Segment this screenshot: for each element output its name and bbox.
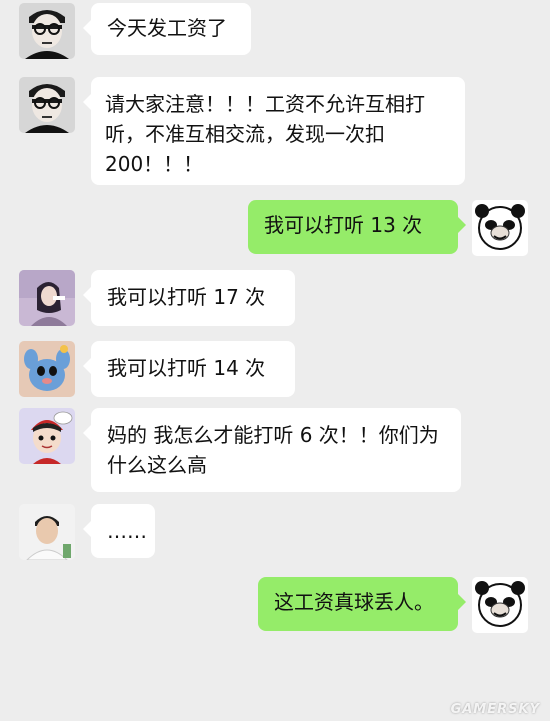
message-row: 今天发工资了: [19, 3, 251, 59]
panda-meme-avatar[interactable]: [472, 577, 528, 633]
message-row: 我可以打听 13 次: [248, 200, 528, 256]
message-text: 这工资真球丢人。: [274, 590, 434, 614]
message-row: 请大家注意！！！工资不允许互相打听，不准互相交流，发现一次扣200！！！: [19, 77, 465, 185]
message-text: 请大家注意！！！工资不允许互相打听，不准互相交流，发现一次扣200！！！: [105, 92, 425, 176]
boy-photo-avatar[interactable]: [19, 504, 75, 560]
message-row: ……: [19, 504, 155, 560]
outgoing-message-bubble[interactable]: 我可以打听 13 次: [248, 200, 466, 254]
message-row: 我可以打听 17 次: [19, 270, 295, 326]
message-text: 我可以打听 17 次: [107, 285, 266, 309]
man-with-glasses-avatar[interactable]: [19, 77, 75, 133]
girl-avatar[interactable]: [19, 270, 75, 326]
message-text: 妈的 我怎么才能打听 6 次！！你们为什么这么高: [107, 423, 439, 477]
incoming-message-bubble[interactable]: 我可以打听 14 次: [83, 341, 295, 397]
incoming-message-bubble[interactable]: ……: [83, 504, 155, 558]
message-text: 今天发工资了: [107, 16, 227, 40]
blue-cartoon-avatar[interactable]: [19, 341, 75, 397]
incoming-message-bubble[interactable]: 请大家注意！！！工资不允许互相打听，不准互相交流，发现一次扣200！！！: [83, 77, 465, 185]
watermark: GAMERSKY: [450, 702, 540, 717]
cartoon-boy-avatar[interactable]: [19, 408, 75, 464]
incoming-message-bubble[interactable]: 今天发工资了: [83, 3, 251, 55]
incoming-message-bubble[interactable]: 我可以打听 17 次: [83, 270, 295, 326]
message-text: ……: [107, 519, 147, 543]
message-row: 这工资真球丢人。: [258, 577, 528, 633]
message-text: 我可以打听 13 次: [264, 213, 423, 237]
message-row: 妈的 我怎么才能打听 6 次！！你们为什么这么高: [19, 408, 461, 492]
message-row: 我可以打听 14 次: [19, 341, 295, 397]
incoming-message-bubble[interactable]: 妈的 我怎么才能打听 6 次！！你们为什么这么高: [83, 408, 461, 492]
man-with-glasses-avatar[interactable]: [19, 3, 75, 59]
outgoing-message-bubble[interactable]: 这工资真球丢人。: [258, 577, 466, 631]
chat-area: 今天发工资了 请大家注意！！！工资不允许互相打听，不准互相交流，发现一次扣200…: [0, 0, 550, 721]
panda-meme-avatar[interactable]: [472, 200, 528, 256]
message-text: 我可以打听 14 次: [107, 356, 266, 380]
